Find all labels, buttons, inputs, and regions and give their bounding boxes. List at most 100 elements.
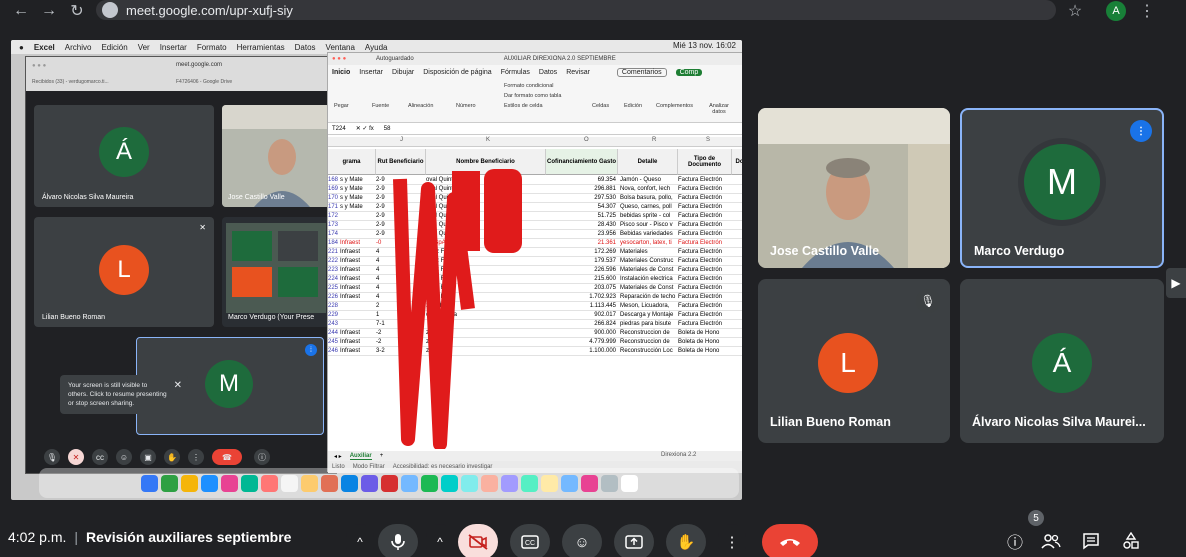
table-cell[interactable]: Infraest [340, 293, 376, 302]
table-cell[interactable]: 245 [328, 338, 340, 347]
table-cell[interactable]: 246 [328, 347, 340, 356]
chat-icon[interactable] [1076, 526, 1106, 556]
back-arrow-icon[interactable]: ← [10, 0, 32, 22]
table-cell[interactable]: Reconstruccion de [620, 338, 678, 347]
table-cell[interactable]: 69.354 [546, 176, 618, 185]
table-cell[interactable]: 184 [328, 239, 340, 248]
dock-app-icon[interactable] [580, 474, 598, 492]
audio-options-chevron-icon[interactable]: ^ [346, 524, 374, 557]
dock-app-icon[interactable] [180, 474, 198, 492]
sheet-tab[interactable]: Auxiliar [349, 453, 372, 460]
table-cell[interactable]: Factura Electrón [678, 176, 732, 185]
table-cell[interactable]: Descarga y Montaje [620, 311, 678, 320]
table-cell[interactable]: 203.075 [546, 284, 618, 293]
table-cell[interactable] [340, 230, 376, 239]
dock-app-icon[interactable] [240, 474, 258, 492]
table-cell[interactable]: Factura Electrón [678, 311, 732, 320]
table-cell[interactable]: bebidas sprite - col [620, 212, 678, 221]
table-cell[interactable]: 21.361 [546, 239, 618, 248]
ribbon-tab[interactable]: Fórmulas [501, 69, 530, 76]
table-cell[interactable]: 171 [328, 203, 340, 212]
table-cell[interactable]: Materiales de Const [620, 266, 678, 275]
analyze-data-button[interactable]: Analizar datos [704, 103, 734, 115]
table-cell[interactable]: Materiales [620, 248, 678, 257]
dock-app-icon[interactable] [400, 474, 418, 492]
table-cell[interactable]: 174 [328, 230, 340, 239]
table-cell[interactable]: 1.702.923 [546, 293, 618, 302]
table-cell[interactable]: 179.537 [546, 257, 618, 266]
dock-app-icon[interactable] [500, 474, 518, 492]
table-cell[interactable]: Factura Electrón [678, 266, 732, 275]
raise-hand-icon[interactable]: ✋ [666, 524, 706, 557]
microphone-icon[interactable] [378, 524, 418, 557]
table-cell[interactable]: 54.307 [546, 203, 618, 212]
editing-button[interactable]: Edición [624, 103, 642, 109]
dock-app-icon[interactable] [220, 474, 238, 492]
emoji-icon[interactable]: ☺ [562, 524, 602, 557]
table-cell[interactable]: 243 [328, 320, 340, 329]
inner-camera-off-icon[interactable]: ✕ [68, 449, 84, 465]
inner-present-icon[interactable]: ▣ [140, 449, 156, 465]
name-box[interactable]: T224 [332, 126, 346, 132]
font-button[interactable]: Fuente [372, 103, 389, 109]
ribbon-tab[interactable]: Revisar [566, 69, 590, 76]
inner-more-icon[interactable]: ⋮ [188, 449, 204, 465]
table-cell[interactable]: Reconstrucción Loc [620, 347, 678, 356]
table-cell[interactable]: Factura Electrón [678, 194, 732, 203]
dock-app-icon[interactable] [380, 474, 398, 492]
table-cell[interactable]: 266.824 [546, 320, 618, 329]
share-button[interactable]: Comp [675, 68, 703, 76]
table-cell[interactable]: Bolsa basura, pollo, [620, 194, 678, 203]
table-cell[interactable]: Factura Electrón [678, 302, 732, 311]
dock-app-icon[interactable] [620, 474, 638, 492]
spreadsheet-grid[interactable]: grama Rut Beneficiario Nombre Beneficiar… [328, 149, 742, 449]
forward-arrow-icon[interactable]: → [38, 0, 60, 22]
table-cell[interactable]: Factura Electrón [678, 284, 732, 293]
table-cell[interactable]: 28.430 [546, 221, 618, 230]
comments-button[interactable]: Comentarios [616, 67, 667, 77]
table-cell[interactable]: Infraest [340, 329, 376, 338]
table-cell[interactable] [340, 212, 376, 221]
addins-button[interactable]: Complementos [656, 103, 693, 109]
inner-info-icon[interactable]: ⓘ [254, 449, 270, 465]
table-cell[interactable]: Infraest [340, 347, 376, 356]
dock-app-icon[interactable] [360, 474, 378, 492]
table-cell[interactable]: Factura Electrón [678, 203, 732, 212]
table-cell[interactable]: 296.881 [546, 185, 618, 194]
table-cell[interactable]: Bebidas variedades [620, 230, 678, 239]
dock-app-icon[interactable] [560, 474, 578, 492]
dock-app-icon[interactable] [480, 474, 498, 492]
camera-off-icon[interactable] [458, 524, 498, 557]
table-cell[interactable]: 215.600 [546, 275, 618, 284]
table-cell[interactable]: 1.113.445 [546, 302, 618, 311]
address-bar[interactable]: meet.google.com/upr-xufj-siy [96, 0, 1056, 20]
present-screen-icon[interactable] [614, 524, 654, 557]
inner-emoji-icon[interactable]: ☺ [116, 449, 132, 465]
inner-raise-hand-icon[interactable]: ✋ [164, 449, 180, 465]
dock-app-icon[interactable] [160, 474, 178, 492]
video-options-chevron-icon[interactable]: ^ [426, 524, 454, 557]
table-cell[interactable]: Boleta de Hono [678, 329, 732, 338]
table-cell[interactable] [340, 221, 376, 230]
table-cell[interactable]: Infraest [340, 338, 376, 347]
dock-app-icon[interactable] [540, 474, 558, 492]
table-cell[interactable]: 169 [328, 185, 340, 194]
table-cell[interactable]: 1.100.000 [546, 347, 618, 356]
site-info-icon[interactable] [102, 2, 118, 18]
alignment-button[interactable]: Alineación [408, 103, 433, 109]
table-cell[interactable] [340, 311, 376, 320]
people-icon[interactable] [1036, 526, 1066, 556]
table-cell[interactable]: 226 [328, 293, 340, 302]
table-cell[interactable]: Infraest [340, 257, 376, 266]
table-cell[interactable]: 902.017 [546, 311, 618, 320]
table-cell[interactable]: 224 [328, 275, 340, 284]
table-cell[interactable]: piedras para bisute [620, 320, 678, 329]
bookmark-star-icon[interactable]: ☆ [1064, 0, 1086, 22]
screen-sharing-toast[interactable]: Your screen is still visible to others. … [60, 375, 188, 414]
table-cell[interactable]: Boleta de Hono [678, 347, 732, 356]
table-cell[interactable]: s y Mate [340, 194, 376, 203]
table-cell[interactable]: 4.779.999 [546, 338, 618, 347]
browser-menu-icon[interactable]: ⋮ [1136, 0, 1158, 22]
dock-app-icon[interactable] [420, 474, 438, 492]
table-cell[interactable]: Instalación electrica [620, 275, 678, 284]
